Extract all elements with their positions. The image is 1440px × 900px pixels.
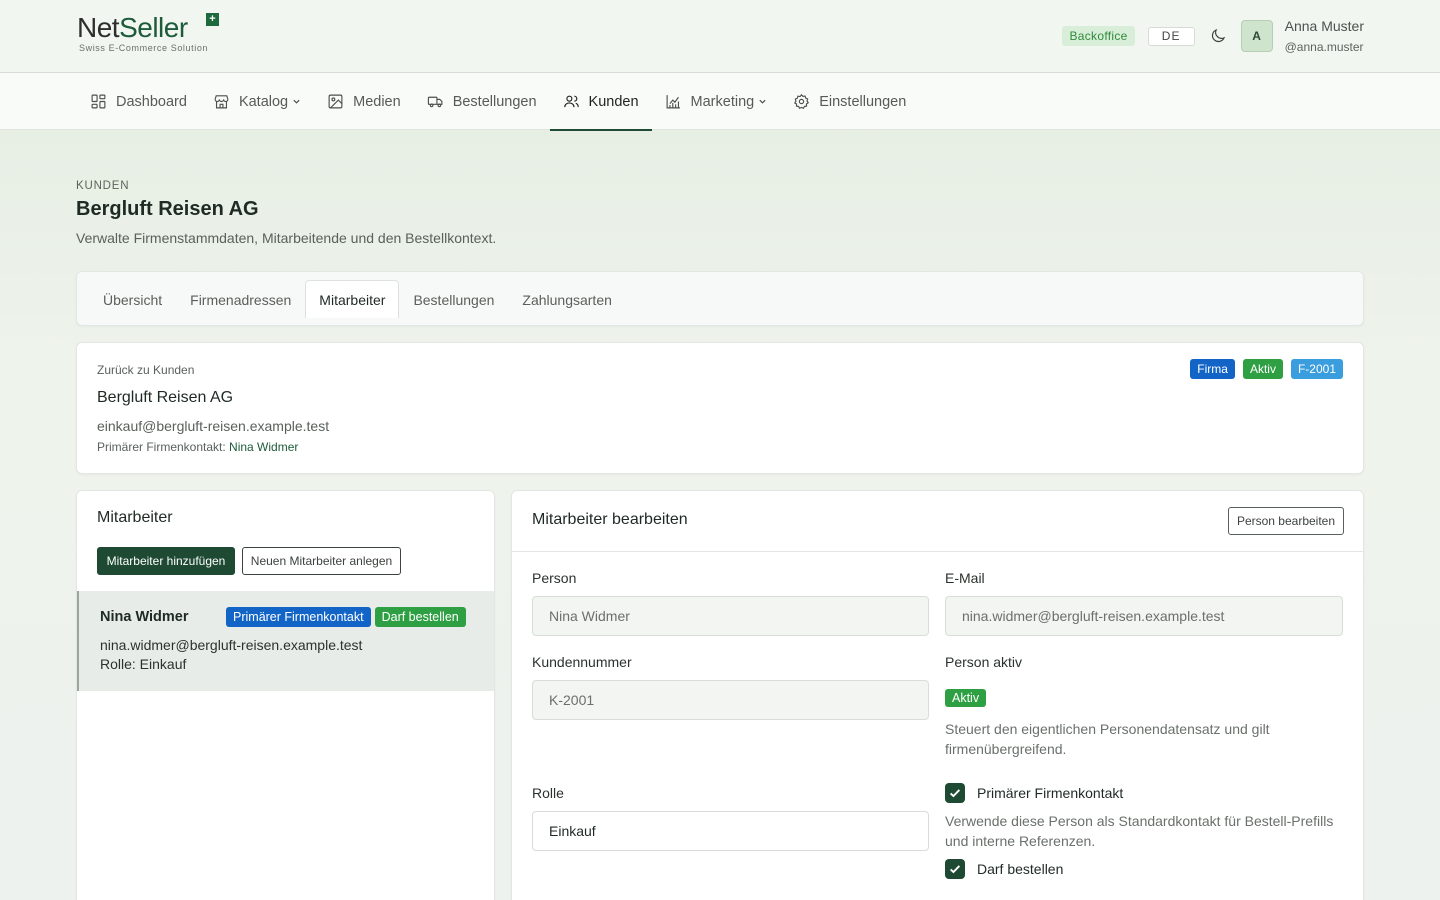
user-info[interactable]: Anna Muster @anna.muster: [1285, 17, 1364, 56]
page-title: Bergluft Reisen AG: [76, 198, 259, 220]
employee-role: Rolle: Einkauf: [100, 656, 187, 672]
checkmark-icon: [949, 789, 961, 798]
employee-list-panel: Mitarbeiter Mitarbeiter hinzufügen Neuen…: [76, 490, 495, 900]
customer-tabs: Übersicht Firmenadressen Mitarbeiter Bes…: [76, 271, 1364, 326]
person-active-label: Person aktiv: [945, 654, 1023, 670]
gear-icon: [794, 93, 810, 110]
tab-uebersicht[interactable]: Übersicht: [89, 280, 176, 318]
type-badge: Firma: [1190, 359, 1235, 379]
primary-contact-checkbox[interactable]: [945, 783, 965, 803]
primary-contact-label[interactable]: Primärer Firmenkontakt: [977, 785, 1123, 801]
nav-label: Katalog: [238, 93, 289, 110]
avatar[interactable]: A: [1240, 20, 1273, 52]
status-badge: Aktiv: [1242, 359, 1283, 379]
company-number-badge: F-2001: [1290, 359, 1343, 379]
nav-label: Kunden: [588, 93, 639, 110]
panel-title: Mitarbeiter bearbeiten: [532, 511, 688, 528]
chart-icon: [666, 95, 680, 109]
customer-number-field: K-2001: [532, 680, 929, 720]
may-order-badge: Darf bestellen: [374, 607, 466, 627]
nav-item-medien[interactable]: Medien: [314, 73, 414, 130]
main-navigation: Dashboard Katalog Medien Bestellungen Ku…: [0, 73, 1440, 131]
netseller-logo[interactable]: NetSeller + Swiss E-Commerce Solution: [77, 12, 227, 60]
nav-label: Marketing: [690, 93, 755, 110]
nav-label: Einstellungen: [819, 93, 907, 110]
customer-number-label: Kundennummer: [532, 654, 632, 670]
breadcrumb: KUNDEN: [76, 180, 130, 192]
store-icon: [214, 95, 229, 109]
user-handle: @anna.muster: [1284, 39, 1364, 54]
back-to-customers-link[interactable]: Zurück zu Kunden: [97, 363, 194, 377]
nav-label: Bestellungen: [452, 93, 537, 110]
tab-mitarbeiter[interactable]: Mitarbeiter: [305, 280, 400, 318]
user-name: Anna Muster: [1284, 17, 1364, 34]
logo-plus-icon: +: [206, 13, 219, 26]
checkmark-icon: [949, 865, 961, 874]
nav-label: Medien: [353, 93, 401, 110]
primary-contact-help: Verwende diese Person als Standardkontak…: [945, 813, 1334, 849]
primary-contact-link[interactable]: Nina Widmer: [229, 440, 298, 454]
create-employee-button[interactable]: Neuen Mitarbeiter anlegen: [242, 547, 401, 575]
dashboard-icon: [91, 94, 106, 109]
person-active-help: Steuert den eigentlichen Personendatensa…: [945, 721, 1270, 757]
company-email: einkauf@bergluft-reisen.example.test: [97, 418, 330, 434]
person-label: Person: [532, 570, 577, 586]
nav-item-marketing[interactable]: Marketing: [652, 73, 781, 130]
logo-text-net: Net: [77, 12, 120, 43]
nav-item-katalog[interactable]: Katalog: [200, 73, 314, 130]
panel-title: Mitarbeiter: [97, 509, 173, 526]
edit-person-button[interactable]: Person bearbeiten: [1228, 507, 1344, 535]
email-label: E-Mail: [945, 570, 985, 586]
add-employee-button[interactable]: Mitarbeiter hinzufügen: [97, 547, 235, 575]
primary-contact-info: Primärer Firmenkontakt: Nina Widmer: [97, 440, 298, 454]
company-name: Bergluft Reisen AG: [97, 389, 234, 406]
users-icon: [563, 95, 579, 108]
may-order-label[interactable]: Darf bestellen: [977, 861, 1063, 877]
email-field: nina.widmer@bergluft-reisen.example.test: [945, 596, 1343, 636]
person-active-badge: Aktiv: [945, 689, 987, 707]
truck-icon: [427, 96, 443, 108]
nav-item-einstellungen[interactable]: Einstellungen: [780, 73, 919, 130]
top-header: NetSeller + Swiss E-Commerce Solution Ba…: [0, 0, 1440, 73]
logo-text-seller: Seller: [119, 12, 188, 43]
employee-editor-panel: Mitarbeiter bearbeiten Person bearbeiten…: [511, 490, 1364, 900]
logo-tagline: Swiss E-Commerce Solution: [79, 43, 209, 53]
page-description: Verwalte Firmenstammdaten, Mitarbeitende…: [76, 230, 497, 246]
person-field: Nina Widmer: [532, 596, 929, 636]
employee-name: Nina Widmer: [100, 609, 189, 625]
tab-bestellungen[interactable]: Bestellungen: [399, 280, 508, 318]
nav-label: Dashboard: [116, 93, 187, 110]
page-header: KUNDEN Bergluft Reisen AG Verwalte Firme…: [76, 180, 496, 246]
primary-contact-badge: Primärer Firmenkontakt: [226, 607, 371, 627]
list-item[interactable]: Nina Widmer Primärer Firmenkontakt Darf …: [77, 591, 494, 691]
role-label: Rolle: [532, 785, 564, 801]
employee-email: nina.widmer@bergluft-reisen.example.test: [100, 637, 363, 653]
primary-contact-label: Primärer Firmenkontakt:: [97, 440, 226, 454]
may-order-checkbox[interactable]: [945, 859, 965, 879]
nav-item-dashboard[interactable]: Dashboard: [77, 73, 200, 130]
nav-item-bestellungen[interactable]: Bestellungen: [414, 73, 550, 130]
moon-icon[interactable]: [1209, 27, 1227, 45]
tab-zahlungsarten[interactable]: Zahlungsarten: [508, 280, 626, 318]
chevron-down-icon: [293, 99, 300, 104]
chevron-down-icon: [759, 99, 766, 104]
language-switch[interactable]: DE: [1147, 26, 1195, 46]
tab-firmenadressen[interactable]: Firmenadressen: [176, 280, 305, 318]
nav-item-kunden[interactable]: Kunden: [549, 73, 652, 131]
company-summary-card: Zurück zu Kunden Bergluft Reisen AG eink…: [76, 342, 1364, 474]
backoffice-badge: Backoffice: [1062, 26, 1135, 46]
role-input[interactable]: Einkauf: [532, 811, 929, 851]
image-icon: [328, 94, 343, 109]
